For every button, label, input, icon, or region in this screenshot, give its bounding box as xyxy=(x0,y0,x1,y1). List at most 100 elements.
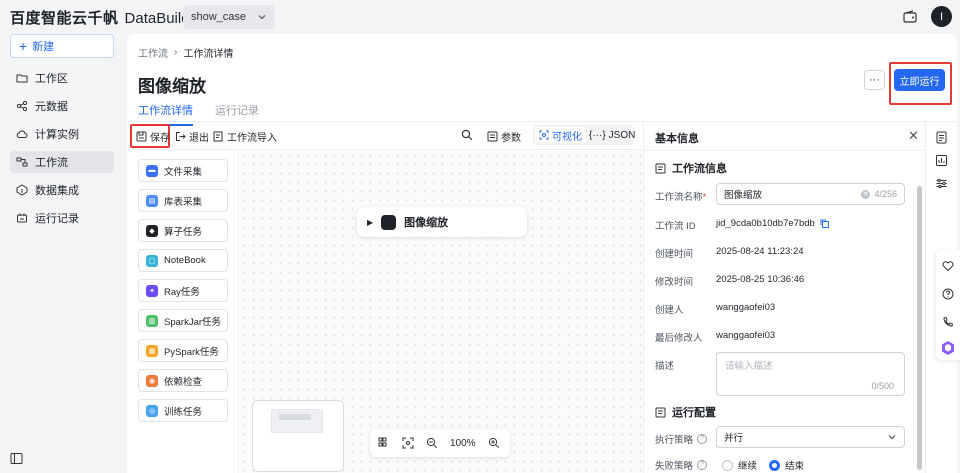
strategy-select[interactable]: 并行 xyxy=(716,426,905,448)
import-workflow-button[interactable]: 工作流导入 xyxy=(213,129,277,144)
code-braces-icon: {···} xyxy=(589,129,606,141)
sidebar-item-compute[interactable]: 计算实例 xyxy=(10,123,114,145)
page-title: 图像缩放 xyxy=(138,77,206,96)
strategy-value: 并行 xyxy=(724,433,744,444)
copy-icon[interactable] xyxy=(820,219,829,228)
plus-icon: + xyxy=(19,38,28,54)
params-button[interactable]: 参数 xyxy=(487,129,521,144)
minimap[interactable] xyxy=(252,400,344,472)
main-panel: 工作流 › 工作流详情 图像缩放 ··· 立即运行 工作流详情 运行记录 保存 … xyxy=(127,34,957,473)
basic-info-panel: 基本信息 ✕ 工作流信息 工作流名称* 图像缩放 ✕ 4/256 工作流 ID j… xyxy=(643,122,926,473)
sidebar-item-metadata[interactable]: 元数据 xyxy=(10,95,114,117)
workflow-id-value: jid_9cda0b10db7e7bdb xyxy=(716,218,815,229)
help-circle-icon[interactable] xyxy=(942,288,954,300)
top-bar: 百度智能云千帆 DataBuilder show_case I xyxy=(0,0,960,34)
operator-task-icon: ◆ xyxy=(146,224,158,237)
chart-icon[interactable] xyxy=(935,154,948,167)
description-label: 描述 xyxy=(655,361,675,372)
training-task-icon: ◎ xyxy=(146,404,158,417)
sidebar-item-records[interactable]: 运行记录 xyxy=(10,207,114,229)
last-modifier-value: wanggaofei03 xyxy=(716,330,776,341)
sidebar-item-integration[interactable]: 数据集成 xyxy=(10,179,114,201)
sidebar-item-label: 计算实例 xyxy=(35,129,79,141)
view-toggle: 可视化 {···} JSON xyxy=(533,125,635,145)
record-icon xyxy=(17,213,27,223)
cloud-icon xyxy=(16,130,28,138)
workspace-select[interactable]: show_case xyxy=(183,5,275,29)
phone-icon[interactable] xyxy=(942,316,954,328)
sidebar-item-label: 数据集成 xyxy=(35,185,79,197)
minimap-viewport xyxy=(271,409,323,433)
breadcrumb-current: 工作流详情 xyxy=(183,49,234,60)
radio-label: 结束 xyxy=(785,461,805,472)
palette-item-ray-task[interactable]: ✦ Ray任务 xyxy=(138,279,228,302)
sidebar-item-label: 元数据 xyxy=(35,101,68,113)
import-icon xyxy=(213,131,223,142)
wallet-icon[interactable] xyxy=(902,9,918,25)
palette-item-dependency-check[interactable]: ◉ 依赖检查 xyxy=(138,369,228,392)
ray-task-icon: ✦ xyxy=(146,284,158,297)
sidebar-item-workspace[interactable]: 工作区 xyxy=(10,67,114,89)
sidebar: + 新建 工作区 元数据 计算实例 工作流 数据集成 运行记录 xyxy=(0,34,125,473)
palette-item-notebook[interactable]: ▢ NoteBook xyxy=(138,249,228,272)
fail-option-continue[interactable]: 继续 xyxy=(722,458,757,472)
assistant-logo-icon[interactable] xyxy=(940,340,956,356)
palette-item-sparkjar-task[interactable]: ▥ SparkJar任务 xyxy=(138,309,228,332)
avatar[interactable]: I xyxy=(931,6,952,27)
palette-item-operator-task[interactable]: ◆ 算子任务 xyxy=(138,219,228,242)
help-icon[interactable]: ? xyxy=(697,460,708,470)
workflow-node[interactable]: ▶ 图像缩放 xyxy=(357,207,527,237)
json-view-option[interactable]: {···} JSON xyxy=(585,127,639,143)
fit-view-icon[interactable] xyxy=(402,437,414,449)
visual-view-option[interactable]: 可视化 xyxy=(535,127,586,143)
breadcrumb-parent[interactable]: 工作流 xyxy=(138,45,168,60)
exit-label: 退出 xyxy=(189,133,209,144)
palette-item-table-collect[interactable]: ▤ 库表采集 xyxy=(138,189,228,212)
palette-item-label: NoteBook xyxy=(164,255,206,266)
save-button[interactable]: 保存 xyxy=(136,129,170,144)
chevron-down-icon xyxy=(258,15,266,20)
caret-right-icon[interactable]: ▶ xyxy=(367,218,373,227)
panel-scrollbar[interactable] xyxy=(917,186,922,470)
logo[interactable]: 百度智能云千帆 DataBuilder xyxy=(10,7,203,28)
palette-item-file-collect[interactable]: ▬ 文件采集 xyxy=(138,159,228,182)
dependency-check-icon: ◉ xyxy=(146,374,158,387)
zoom-out-icon[interactable] xyxy=(426,437,438,449)
section-workflow-info: 工作流信息 xyxy=(655,160,727,176)
workflow-canvas[interactable]: ▶ 图像缩放 100% xyxy=(240,151,642,473)
zoom-in-icon[interactable] xyxy=(488,437,500,449)
fail-option-end[interactable]: 结束 xyxy=(769,458,804,472)
description-textarea[interactable]: 请输入描述 0/500 xyxy=(716,352,905,396)
exit-icon xyxy=(176,132,186,141)
section-run-config: 运行配置 xyxy=(655,404,716,420)
heart-icon[interactable] xyxy=(942,260,954,272)
pyspark-task-icon: ▦ xyxy=(146,344,158,357)
exit-button[interactable]: 退出 xyxy=(175,129,209,144)
sliders-icon[interactable] xyxy=(935,177,948,190)
collapse-sidebar-icon[interactable] xyxy=(10,452,23,465)
zoom-level: 100% xyxy=(450,437,476,449)
description-char-count: 0/500 xyxy=(871,381,894,391)
modified-time-value: 2025-08-25 10:36:46 xyxy=(716,274,805,285)
workflow-name-input[interactable]: 图像缩放 ✕ 4/256 xyxy=(716,183,905,205)
id-label: 工作流 ID xyxy=(655,221,696,232)
clear-icon[interactable]: ✕ xyxy=(861,189,871,199)
search-icon[interactable] xyxy=(461,129,473,141)
created-time-label: 创建时间 xyxy=(655,249,694,260)
help-icon[interactable]: ? xyxy=(697,434,708,444)
sidebar-item-label: 运行记录 xyxy=(35,213,79,225)
integration-icon xyxy=(16,184,28,196)
sidebar-item-workflow[interactable]: 工作流 xyxy=(10,151,114,173)
new-button[interactable]: + 新建 xyxy=(10,34,114,58)
name-char-count: 4/256 xyxy=(874,189,897,199)
more-button[interactable]: ··· xyxy=(864,70,885,90)
close-icon[interactable]: ✕ xyxy=(908,128,919,144)
palette-item-pyspark-task[interactable]: ▦ PySpark任务 xyxy=(138,339,228,362)
notebook-icon: ▢ xyxy=(146,254,158,267)
grid-layout-icon[interactable] xyxy=(378,437,390,449)
palette-item-training-task[interactable]: ◎ 训练任务 xyxy=(138,399,228,422)
run-now-button[interactable]: 立即运行 xyxy=(894,69,945,91)
params-label: 参数 xyxy=(501,133,521,144)
palette-item-label: SparkJar任务 xyxy=(164,316,222,328)
info-doc-icon[interactable] xyxy=(935,131,948,144)
